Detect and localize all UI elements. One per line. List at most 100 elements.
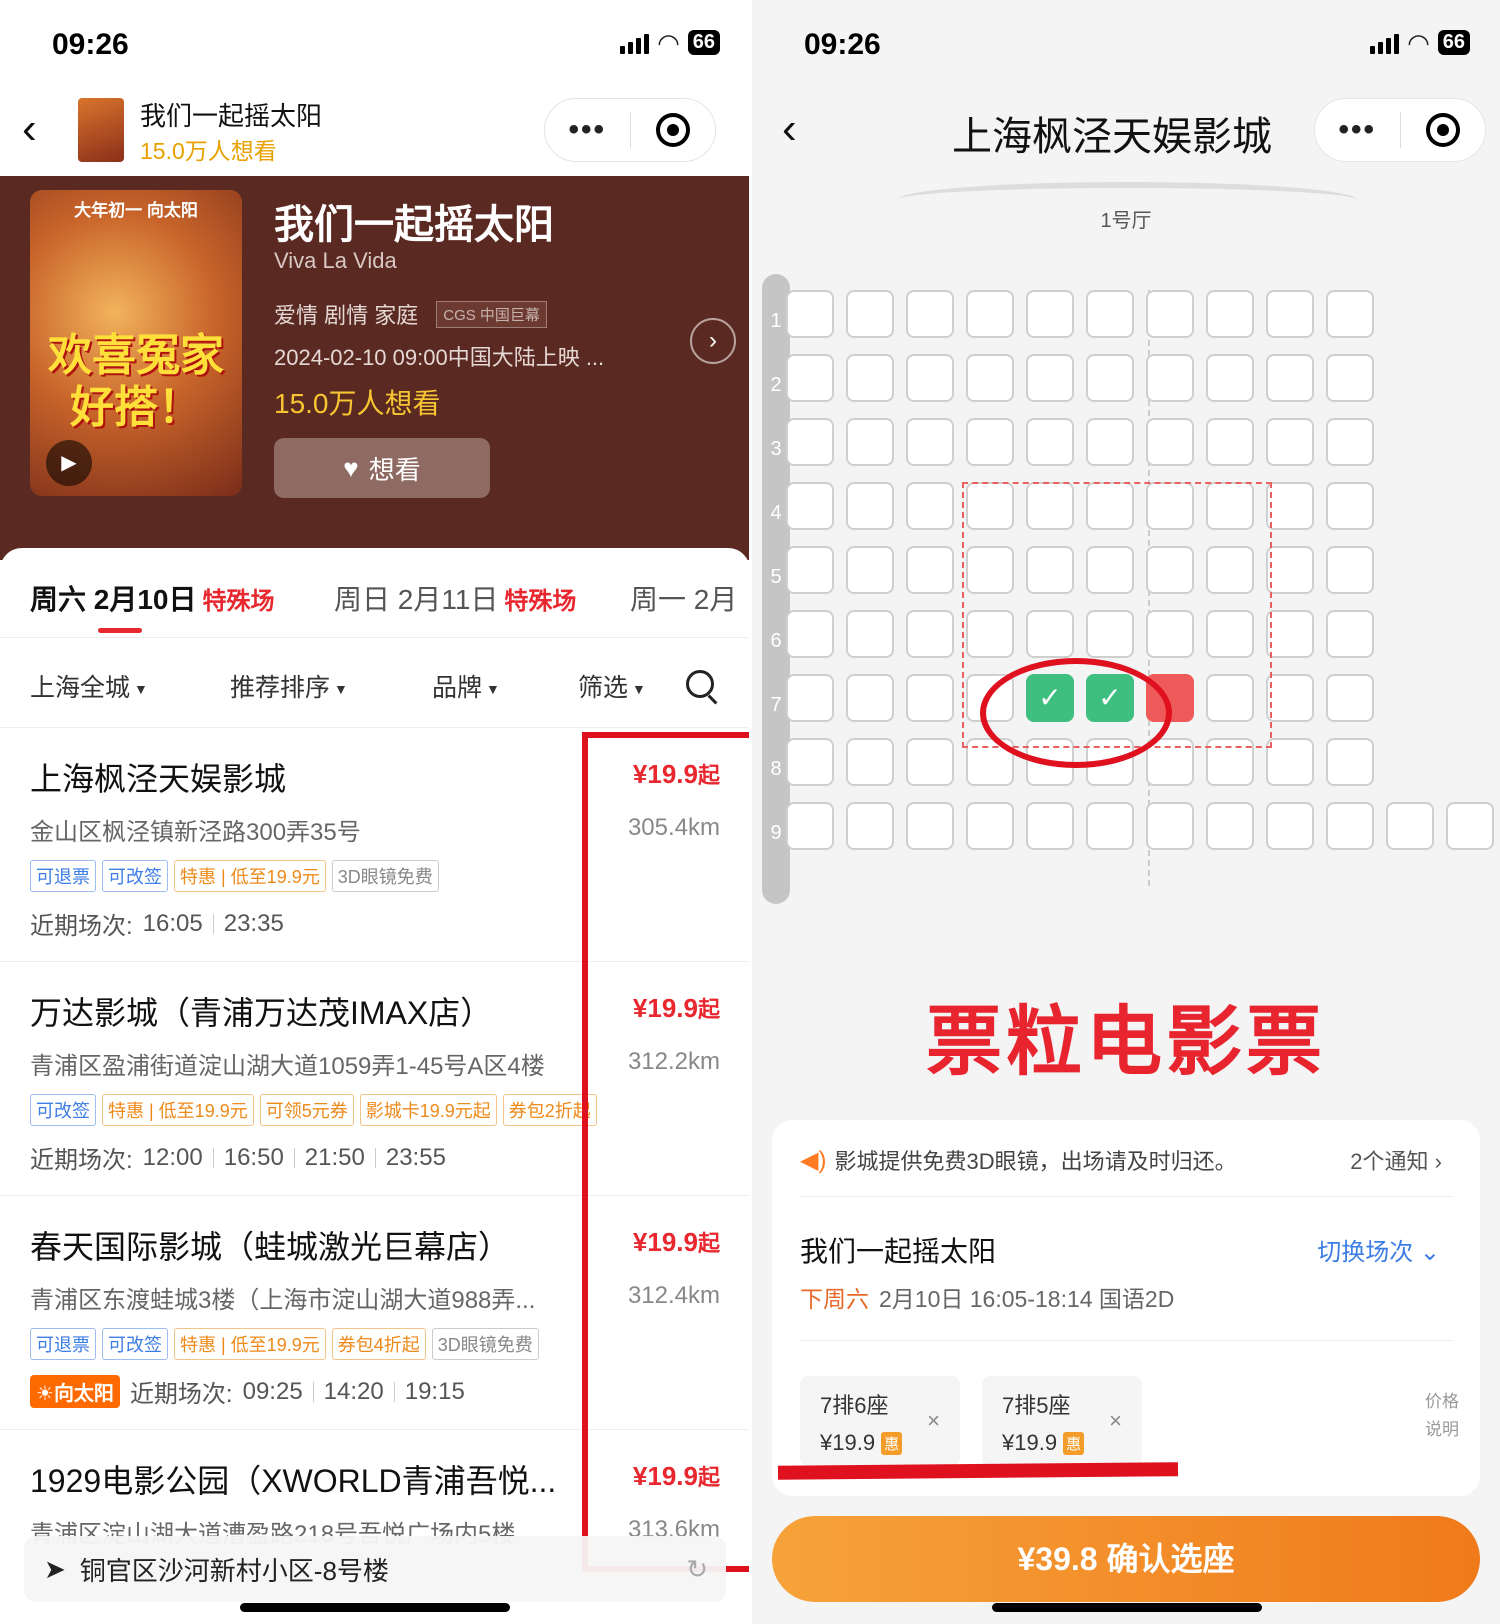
seat[interactable] [786, 482, 834, 530]
seat[interactable] [1266, 482, 1314, 530]
tab-date-1[interactable]: 周日 2月11日 特殊场 [334, 578, 576, 618]
price-note-link[interactable]: 价格说明 [1422, 1388, 1462, 1444]
seat[interactable] [786, 290, 834, 338]
seat[interactable] [846, 354, 894, 402]
tab-date-2[interactable]: 周一 2月 [630, 578, 737, 618]
refresh-icon[interactable]: ↻ [686, 1554, 708, 1585]
seat[interactable] [1026, 354, 1074, 402]
seat[interactable] [1086, 802, 1134, 850]
seat[interactable] [846, 738, 894, 786]
seat[interactable] [1086, 354, 1134, 402]
search-icon[interactable] [686, 670, 714, 698]
seat[interactable] [906, 418, 954, 466]
seat[interactable] [906, 610, 954, 658]
remove-seat-icon[interactable]: × [927, 1408, 940, 1434]
seat[interactable] [1146, 418, 1194, 466]
seat[interactable] [1266, 610, 1314, 658]
seat[interactable] [1446, 802, 1494, 850]
seat[interactable] [1026, 418, 1074, 466]
close-miniprogram-icon[interactable] [1401, 113, 1486, 147]
seat[interactable] [906, 482, 954, 530]
seat[interactable] [966, 354, 1014, 402]
seat[interactable] [786, 802, 834, 850]
showtime[interactable]: 14:20 [324, 1378, 384, 1406]
seat[interactable] [906, 802, 954, 850]
seat[interactable] [1146, 802, 1194, 850]
seat[interactable] [906, 546, 954, 594]
filter-city[interactable]: 上海全城 ▼ [30, 668, 148, 704]
seat[interactable] [846, 802, 894, 850]
showtime[interactable]: 16:05 [143, 910, 203, 938]
seat[interactable] [1146, 290, 1194, 338]
back-icon[interactable]: ‹ [782, 104, 797, 154]
seat[interactable] [966, 418, 1014, 466]
seat[interactable] [786, 354, 834, 402]
seat[interactable] [846, 290, 894, 338]
selected-seat-chip[interactable]: 7排6座 ¥19.9 惠 × [800, 1376, 960, 1466]
remove-seat-icon[interactable]: × [1109, 1408, 1122, 1434]
seat[interactable] [1326, 418, 1374, 466]
seat[interactable] [1386, 802, 1434, 850]
seat[interactable] [846, 610, 894, 658]
seat[interactable] [1026, 802, 1074, 850]
seat[interactable] [1326, 546, 1374, 594]
seat[interactable] [1326, 802, 1374, 850]
showtime[interactable]: 19:15 [405, 1378, 465, 1406]
seat[interactable] [846, 546, 894, 594]
movie-poster[interactable]: 大年初一 向太阳 欢喜冤家好搭！ ▶ [30, 190, 242, 496]
seat[interactable] [1326, 610, 1374, 658]
seat[interactable] [786, 610, 834, 658]
seat[interactable] [1266, 674, 1314, 722]
tab-date-0[interactable]: 周六 2月10日 特殊场 [30, 578, 275, 618]
more-icon[interactable]: ••• [545, 113, 630, 147]
seat[interactable] [846, 418, 894, 466]
seat[interactable] [906, 290, 954, 338]
want-button[interactable]: ♥ 想看 [274, 438, 490, 498]
seat[interactable] [1086, 418, 1134, 466]
confirm-seat-button[interactable]: ¥39.8 确认选座 [772, 1516, 1480, 1602]
seat[interactable] [1326, 674, 1374, 722]
seat[interactable] [1206, 290, 1254, 338]
seat[interactable] [966, 802, 1014, 850]
location-bar[interactable]: ➤ 铜官区沙河新村小区-8号楼 ↻ [24, 1536, 726, 1602]
seat[interactable] [1266, 354, 1314, 402]
filter-more[interactable]: 筛选 ▼ [578, 668, 646, 704]
seat[interactable] [966, 290, 1014, 338]
notice-count[interactable]: 2个通知 › [1350, 1144, 1442, 1176]
seat[interactable] [786, 546, 834, 594]
seat[interactable] [906, 738, 954, 786]
showtime[interactable]: 16:50 [224, 1144, 284, 1172]
more-icon[interactable]: ••• [1315, 113, 1400, 147]
chevron-right-icon[interactable]: › [690, 318, 736, 364]
seat[interactable] [1266, 418, 1314, 466]
seat[interactable] [846, 674, 894, 722]
seat[interactable] [1326, 738, 1374, 786]
switch-session-button[interactable]: 切换场次 ⌄ [1317, 1232, 1440, 1267]
seat[interactable] [786, 738, 834, 786]
seat[interactable] [1326, 482, 1374, 530]
seat[interactable] [906, 674, 954, 722]
seat[interactable] [1266, 290, 1314, 338]
seat[interactable] [1266, 738, 1314, 786]
filter-brand[interactable]: 品牌 ▼ [432, 668, 500, 704]
showtime[interactable]: 21:50 [305, 1144, 365, 1172]
seat[interactable] [1146, 354, 1194, 402]
seat[interactable] [1026, 290, 1074, 338]
seat[interactable] [786, 418, 834, 466]
play-icon[interactable]: ▶ [46, 440, 92, 486]
seat[interactable] [1206, 802, 1254, 850]
close-miniprogram-icon[interactable] [631, 113, 716, 147]
seat[interactable] [1266, 546, 1314, 594]
seat[interactable] [1206, 418, 1254, 466]
seat[interactable] [1206, 354, 1254, 402]
seat[interactable] [1326, 354, 1374, 402]
seat[interactable] [786, 674, 834, 722]
selected-seat-chip[interactable]: 7排5座 ¥19.9 惠 × [982, 1376, 1142, 1466]
seat[interactable] [1326, 290, 1374, 338]
notice-bar[interactable]: ◀) 影城提供免费3D眼镜，出场请及时归还。 2个通知 › [800, 1144, 1452, 1176]
seat[interactable] [846, 482, 894, 530]
seat[interactable] [1266, 802, 1314, 850]
seat[interactable] [906, 354, 954, 402]
filter-sort[interactable]: 推荐排序 ▼ [230, 668, 348, 704]
back-icon[interactable]: ‹ [22, 104, 37, 154]
